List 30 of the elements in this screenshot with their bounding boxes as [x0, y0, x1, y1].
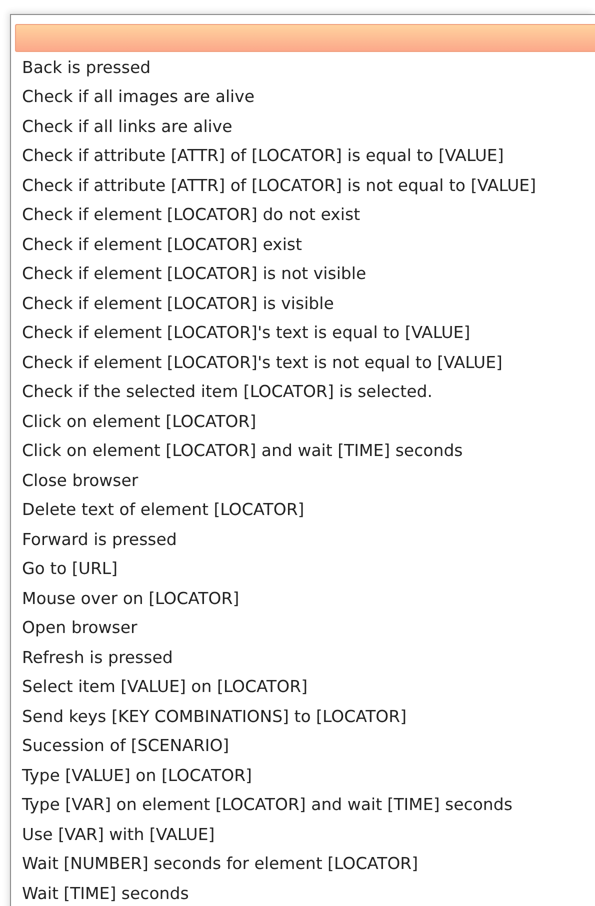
dropdown-option[interactable]: Delete text of element [LOCATOR]: [15, 495, 595, 524]
dropdown-option[interactable]: [15, 24, 595, 52]
dropdown-option[interactable]: Check if all images are alive: [15, 82, 595, 112]
dropdown-option[interactable]: Open browser: [15, 613, 595, 642]
dropdown-option[interactable]: Send keys [KEY COMBINATIONS] to [LOCATOR]: [15, 702, 595, 731]
dropdown-option[interactable]: Click on element [LOCATOR]: [15, 406, 595, 436]
dropdown-option[interactable]: Check if all links are alive: [15, 112, 595, 141]
dropdown-option[interactable]: Go to [URL]: [15, 554, 595, 584]
dropdown-option[interactable]: Use [VAR] with [VALUE]: [15, 820, 595, 849]
dropdown-option[interactable]: Refresh is pressed: [15, 642, 595, 672]
dropdown-option[interactable]: Close browser: [15, 466, 595, 495]
dropdown-option[interactable]: Mouse over on [LOCATOR]: [15, 584, 595, 613]
dropdown-option[interactable]: Check if element [LOCATOR] is not visible: [15, 259, 595, 288]
dropdown-option[interactable]: Wait [NUMBER] seconds for element [LOCATOR]: [15, 849, 595, 878]
dropdown-option[interactable]: Check if element [LOCATOR]'s text is equal to [VALUE]: [15, 318, 595, 348]
dropdown-option[interactable]: Sucession of [SCENARIO]: [15, 731, 595, 760]
dropdown-option[interactable]: Check if element [LOCATOR]'s text is not equal to [VALUE]: [15, 348, 595, 377]
dropdown-option[interactable]: Type [VAR] on element [LOCATOR] and wait [TIME] seconds: [15, 790, 595, 820]
dropdown-option[interactable]: Forward is pressed: [15, 524, 595, 554]
dropdown-option[interactable]: Check if attribute [ATTR] of [LOCATOR] is equal to [VALUE]: [15, 141, 595, 170]
dropdown-option[interactable]: Check if element [LOCATOR] do not exist: [15, 200, 595, 230]
dropdown-option[interactable]: Check if element [LOCATOR] exist: [15, 230, 595, 259]
dropdown-option[interactable]: Check if element [LOCATOR] is visible: [15, 288, 595, 318]
dropdown-option[interactable]: Back is pressed: [15, 52, 595, 82]
dropdown-option[interactable]: Click on element [LOCATOR] and wait [TIME] seconds: [15, 436, 595, 466]
dropdown-option[interactable]: Type [VALUE] on [LOCATOR]: [15, 760, 595, 790]
dropdown-option[interactable]: Wait [TIME] seconds: [15, 878, 595, 906]
dropdown-option[interactable]: Check if attribute [ATTR] of [LOCATOR] is not equal to [VALUE]: [15, 170, 595, 200]
dropdown-option[interactable]: Select item [VALUE] on [LOCATOR]: [15, 672, 595, 702]
dropdown-option[interactable]: Check if the selected item [LOCATOR] is selected.: [15, 377, 595, 406]
